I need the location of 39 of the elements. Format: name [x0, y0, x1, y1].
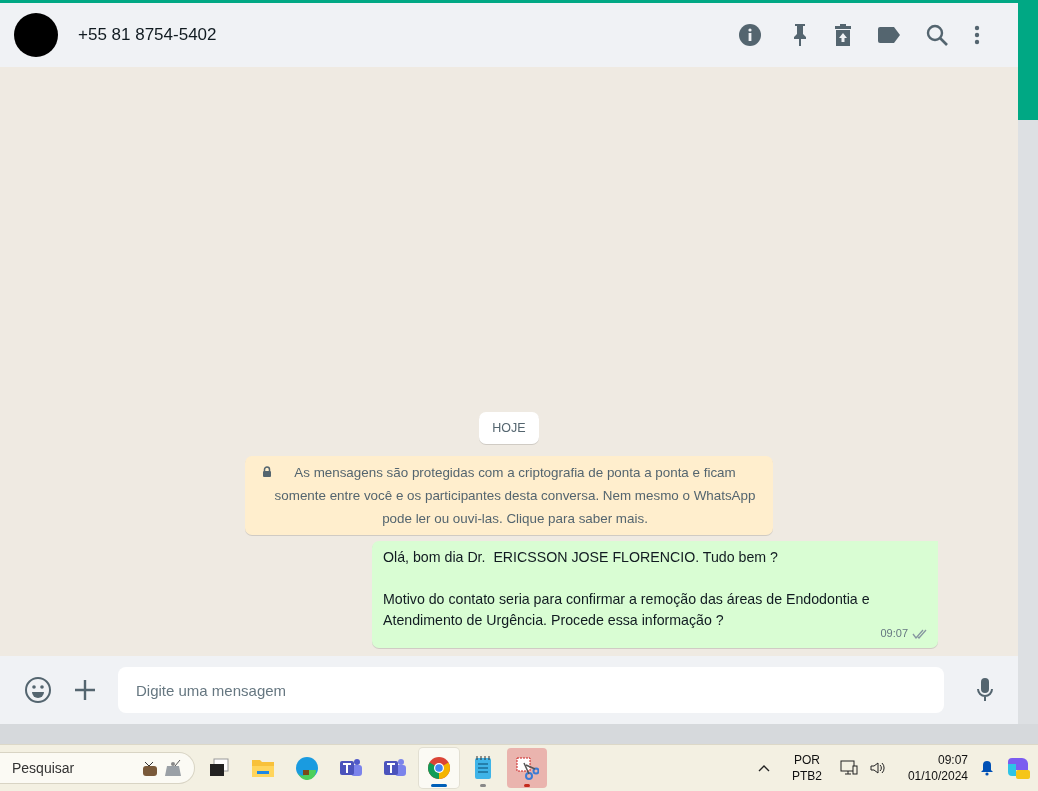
emoji-icon[interactable] [24, 676, 52, 705]
taskbar-app[interactable] [419, 748, 459, 788]
folder-icon [251, 758, 275, 778]
label-icon[interactable] [878, 27, 900, 43]
encryption-text: As mensagens são protegidas com a criptografia de ponta a ponta e ficam somente entre você e os participantes desta conversa. Nem mesmo o WhatsApp pode ler ou ouvi-las. Clique para saber mais. [274, 464, 756, 529]
trash-upload-icon[interactable] [834, 23, 852, 47]
clock-date[interactable]: 01/10/2024 [907, 768, 968, 784]
pin-icon[interactable] [792, 23, 808, 47]
contact-avatar[interactable] [14, 13, 58, 57]
menu-icon[interactable] [974, 25, 980, 45]
volume-icon[interactable] [869, 761, 886, 775]
notepad-icon [473, 756, 493, 780]
input-language[interactable]: POR [793, 752, 820, 768]
message-text: Motivo do contato seria para confirmar a remoção das áreas de Endodontia e Atendimento de Urgência. Procede essa informação ? [383, 590, 871, 631]
encryption-notice[interactable]: As mensagens são protegidas com a criptografia de ponta a ponta e ficam somente entre você e os participantes desta conversa. Nem mesmo o WhatsApp pode ler ou ouvi-las. Clique para saber mais. [245, 456, 773, 536]
running-indicator [431, 784, 447, 787]
taskbar-search-field[interactable]: Pesquisar [0, 752, 195, 784]
clock-time[interactable]: 09:07 [937, 752, 968, 768]
contact-name[interactable]: +55 81 8754-5402 [78, 25, 718, 45]
microphone-icon[interactable] [976, 677, 994, 704]
date-chip: HOJE [479, 412, 539, 445]
lock-icon [262, 466, 272, 478]
browser-icon [295, 756, 319, 780]
chrome-icon [427, 756, 451, 780]
running-indicator [480, 784, 486, 787]
running-indicator [524, 784, 530, 787]
network-icon[interactable] [839, 760, 858, 776]
search-icon[interactable] [926, 24, 948, 46]
windows-icon [208, 758, 230, 778]
scissors-icon [515, 756, 539, 780]
plus-icon[interactable] [74, 679, 96, 702]
message-time: 09:07 [880, 626, 908, 642]
copilot-icon[interactable] [1006, 756, 1030, 780]
chevron-up-icon[interactable] [757, 764, 770, 772]
info-icon[interactable] [738, 23, 762, 47]
message-input[interactable]: Digite uma mensagem [118, 667, 944, 714]
message-text: Olá, bom dia Dr. ERICSSON JOSE FLORENCIO. Tudo bem ? [383, 548, 779, 568]
input-language[interactable]: PTB2 [791, 768, 822, 784]
bell-icon[interactable] [980, 760, 994, 776]
